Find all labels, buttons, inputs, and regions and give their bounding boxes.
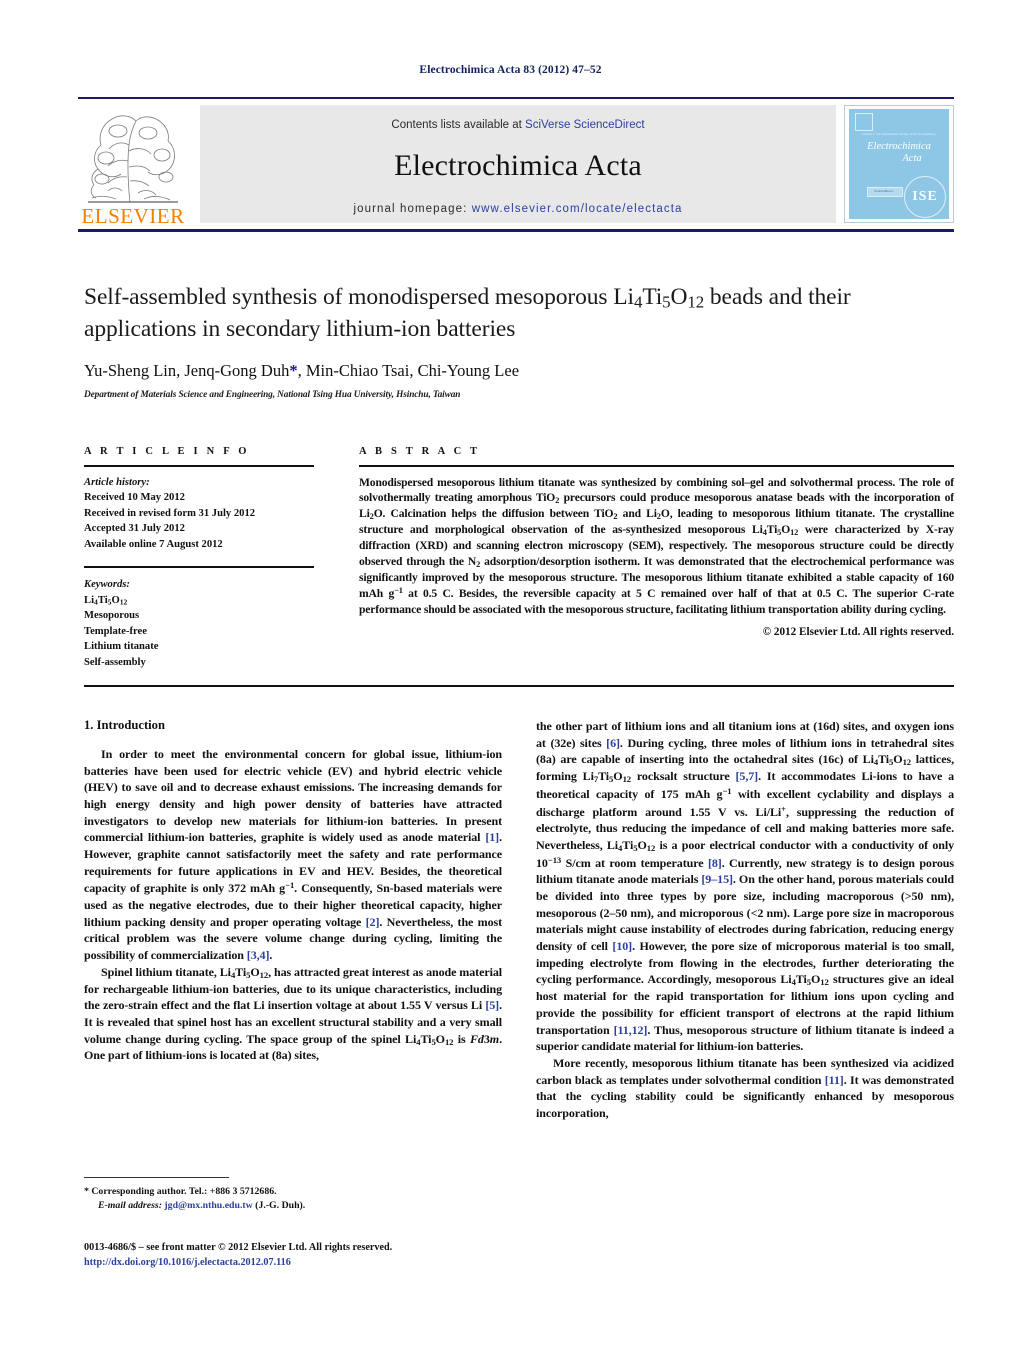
email-link[interactable]: jgd@mx.nthu.edu.tw bbox=[164, 1200, 252, 1211]
cover-journal-title: Electrochimica Acta bbox=[849, 141, 949, 165]
paragraph: More recently, mesoporous lithium titana… bbox=[536, 1056, 954, 1121]
author-list: Yu-Sheng Lin, Jenq-Gong Duh*, Min-Chiao … bbox=[84, 361, 954, 381]
abstract-column: A B S T R A C T Monodispersed mesoporous… bbox=[359, 446, 954, 638]
paper-page: Electrochimica Acta 83 (2012) 47–52 ELSE… bbox=[0, 0, 1021, 1351]
email-attribution: (J.-G. Duh). bbox=[252, 1199, 306, 1211]
citation-link[interactable]: [8] bbox=[708, 856, 722, 870]
abstract-text: Monodispersed mesoporous lithium titanat… bbox=[359, 476, 955, 616]
keywords-block: Keywords: Li4Ti5O12 Mesoporous Template-… bbox=[84, 577, 314, 670]
svg-text:ELSEVIER: ELSEVIER bbox=[81, 204, 184, 227]
citation-link[interactable]: [10] bbox=[612, 939, 632, 953]
journal-banner: Contents lists available at SciVerse Sci… bbox=[200, 105, 836, 223]
history-item: Accepted 31 July 2012 bbox=[84, 523, 185, 535]
history-item: Received in revised form 31 July 2012 bbox=[84, 507, 256, 519]
section-heading-introduction: 1. Introduction bbox=[84, 718, 165, 732]
authors-before-marker: Yu-Sheng Lin, Jenq-Gong Duh bbox=[84, 361, 290, 381]
affiliation: Department of Materials Science and Engi… bbox=[84, 390, 461, 401]
doi-link[interactable]: http://dx.doi.org/10.1016/j.electacta.20… bbox=[84, 1255, 644, 1270]
email-label: E-mail address: bbox=[98, 1199, 162, 1211]
body-columns: 1. Introduction In order to meet the env… bbox=[84, 718, 954, 1218]
abstract-heading: A B S T R A C T bbox=[359, 446, 481, 457]
title-block: Self-assembled synthesis of monodisperse… bbox=[84, 282, 954, 400]
history-item: Available online 7 August 2012 bbox=[84, 538, 223, 550]
paragraph: In order to meet the environmental conce… bbox=[84, 747, 502, 962]
masthead-bottom-rule bbox=[78, 229, 954, 232]
elsevier-logo: ELSEVIER bbox=[78, 103, 188, 228]
cover-elsevier-icon bbox=[855, 113, 873, 131]
citation-link[interactable]: [1] bbox=[485, 830, 499, 844]
article-info-column: A R T I C L E I N F O Article history: R… bbox=[84, 446, 314, 670]
abstract-copyright: © 2012 Elsevier Ltd. All rights reserved… bbox=[762, 626, 954, 639]
paragraph: Spinel lithium titanate, Li4Ti5O12, has … bbox=[84, 964, 502, 1063]
keyword-item: Self-assembly bbox=[84, 656, 146, 668]
citation-link[interactable]: [6] bbox=[606, 736, 620, 750]
cover-society-line: Journal of the International Society of … bbox=[862, 133, 936, 136]
masthead-top-rule bbox=[78, 97, 954, 99]
citation-link[interactable]: [11,12] bbox=[614, 1023, 648, 1037]
corresponding-author-note: * Corresponding author. Tel.: +886 3 571… bbox=[84, 1185, 502, 1199]
journal-masthead: ELSEVIER Contents lists available at Sci… bbox=[78, 97, 954, 232]
citation-link[interactable]: [9–15] bbox=[701, 872, 733, 886]
paragraph: the other part of lithium ions and all t… bbox=[536, 719, 955, 1054]
cover-title-line2: Acta bbox=[902, 152, 922, 164]
footnote-block: * Corresponding author. Tel.: +886 3 571… bbox=[84, 1177, 502, 1213]
elsevier-tree-icon: ELSEVIER bbox=[81, 115, 184, 228]
footnote-rule bbox=[84, 1177, 229, 1178]
citation-link[interactable]: [2] bbox=[366, 915, 380, 929]
issn-copyright-line: 0013-4686/$ – see front matter © 2012 El… bbox=[84, 1242, 393, 1253]
keywords-rule bbox=[84, 566, 314, 569]
keyword-item: Lithium titanate bbox=[84, 641, 159, 653]
article-info-heading: A R T I C L E I N F O bbox=[84, 446, 250, 457]
contents-prefix: Contents lists available at bbox=[391, 119, 526, 131]
citation-link[interactable]: [5] bbox=[485, 998, 499, 1012]
email-note: E-mail address: jgd@mx.nthu.edu.tw (J.-G… bbox=[84, 1199, 502, 1213]
sciencedirect-link[interactable]: SciVerse ScienceDirect bbox=[525, 119, 645, 131]
citation-link[interactable]: [11] bbox=[825, 1073, 844, 1087]
journal-cover-art: Journal of the International Society of … bbox=[849, 109, 949, 219]
page-title: Self-assembled synthesis of monodisperse… bbox=[84, 284, 851, 343]
history-item: Received 10 May 2012 bbox=[84, 492, 185, 504]
footnote-contact: Corresponding author. Tel.: +886 3 57126… bbox=[88, 1186, 277, 1197]
cover-title-line1: Electrochimica bbox=[867, 141, 931, 152]
journal-title: Electrochimica Acta bbox=[394, 149, 642, 182]
running-head: Electrochimica Acta 83 (2012) 47–52 bbox=[419, 64, 602, 76]
keyword-item: Template-free bbox=[84, 625, 147, 637]
article-history-label: Article history: bbox=[84, 477, 150, 488]
citation-link[interactable]: [5,7] bbox=[735, 769, 758, 783]
body-column-left: 1. Introduction In order to meet the env… bbox=[84, 718, 502, 1064]
article-info-rule bbox=[84, 465, 314, 467]
contents-lists-line: Contents lists available at SciVerse Sci… bbox=[200, 119, 836, 131]
corresponding-author-marker: * bbox=[289, 361, 298, 381]
keyword-item: Li4Ti5O12 bbox=[84, 594, 128, 607]
citation-link[interactable]: [3,4] bbox=[247, 948, 270, 962]
abstract-rule bbox=[359, 465, 954, 467]
journal-homepage-link[interactable]: www.elsevier.com/locate/electacta bbox=[472, 203, 683, 215]
cover-box-label: ScienceDirect bbox=[874, 189, 894, 193]
journal-homepage-line: journal homepage: www.elsevier.com/locat… bbox=[200, 203, 836, 215]
keyword-item: Mesoporous bbox=[84, 610, 140, 622]
homepage-prefix: journal homepage: bbox=[353, 203, 472, 215]
imprint-block: 0013-4686/$ – see front matter © 2012 El… bbox=[84, 1240, 644, 1271]
journal-cover-thumbnail[interactable]: Journal of the International Society of … bbox=[844, 105, 954, 223]
ise-society-logo: ISE bbox=[904, 176, 946, 218]
article-history-block: Article history: Received 10 May 2012 Re… bbox=[84, 475, 314, 552]
abstract-bottom-rule bbox=[84, 685, 954, 687]
keywords-label: Keywords: bbox=[84, 579, 130, 591]
body-column-right: the other part of lithium ions and all t… bbox=[536, 718, 954, 1122]
authors-after-marker: , Min-Chiao Tsai, Chi-Young Lee bbox=[297, 361, 520, 381]
